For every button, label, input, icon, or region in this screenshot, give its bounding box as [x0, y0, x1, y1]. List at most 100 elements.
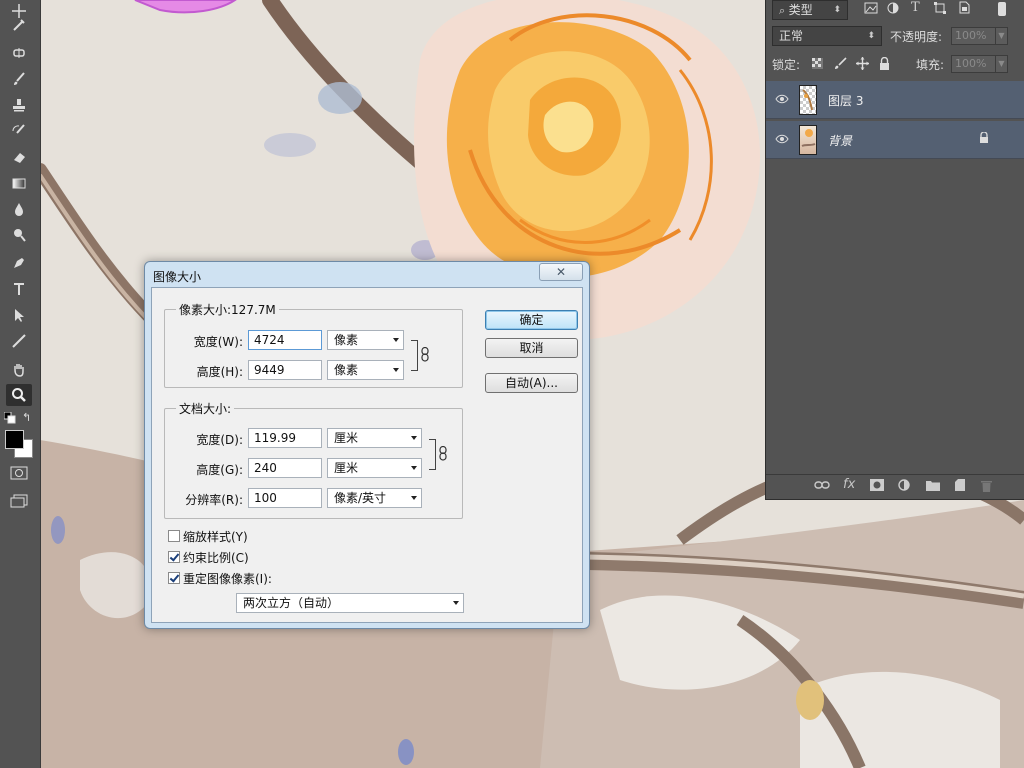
dialog-close-button[interactable]: ✕: [539, 263, 583, 281]
cancel-button[interactable]: 取消: [485, 338, 578, 358]
layer-name[interactable]: 图层 3: [828, 92, 863, 109]
pixel-width-label: 宽度(W):: [193, 335, 243, 349]
eyedropper-tool-icon[interactable]: [6, 14, 32, 36]
constrain-bracket: [429, 439, 436, 470]
filter-smart-object-icon[interactable]: [958, 1, 970, 17]
spot-healing-tool-icon[interactable]: [6, 42, 32, 64]
brush-tool-icon[interactable]: [6, 68, 32, 90]
constrain-proportions-label: 约束比例(C): [183, 550, 249, 565]
close-icon: ✕: [555, 265, 567, 279]
new-adjustment-layer-icon[interactable]: [898, 479, 910, 494]
pen-tool-icon[interactable]: [6, 252, 32, 274]
line-tool-icon[interactable]: [6, 330, 32, 352]
layer-row-layer3[interactable]: 图层 3: [766, 81, 1024, 119]
auto-button[interactable]: 自动(A)...: [485, 373, 578, 393]
layer-filter-kind-select[interactable]: ⌕ 类型 ⬍: [772, 0, 848, 20]
new-layer-icon[interactable]: [954, 479, 966, 494]
layer-style-fx-icon[interactable]: fx: [843, 477, 855, 492]
dropdown-arrow-icon: [453, 601, 459, 605]
swap-colors-icon[interactable]: ↰: [22, 411, 31, 424]
resample-image-option[interactable]: 重定图像像素(I):: [168, 570, 272, 586]
path-selection-tool-icon[interactable]: [6, 304, 32, 326]
visibility-eye-icon[interactable]: [775, 133, 789, 147]
opacity-input[interactable]: 100%: [951, 27, 996, 45]
blur-tool-icon[interactable]: [6, 198, 32, 220]
new-group-folder-icon[interactable]: [926, 479, 940, 494]
eraser-tool-icon[interactable]: [6, 146, 32, 168]
document-height-unit-value: 厘米: [334, 461, 359, 475]
dropdown-arrow-icon: [393, 368, 399, 372]
pixel-dimensions-group: 像素大小:127.7M 宽度(W): 4724 像素 高度(H): 9449 像…: [164, 301, 463, 388]
blend-mode-value: 正常: [779, 29, 804, 43]
filter-adjustment-icon[interactable]: [887, 2, 899, 17]
blend-mode-select[interactable]: 正常 ⬍: [772, 26, 882, 46]
lock-all-icon[interactable]: [879, 56, 890, 73]
lock-position-icon[interactable]: [856, 57, 869, 73]
dialog-body: 像素大小:127.7M 宽度(W): 4724 像素 高度(H): 9449 像…: [151, 287, 583, 623]
resample-image-checkbox[interactable]: [168, 572, 180, 584]
hand-tool-icon[interactable]: [6, 358, 32, 380]
document-height-unit-select[interactable]: 厘米: [327, 458, 422, 478]
foreground-color-swatch[interactable]: [5, 430, 24, 449]
document-size-group: 文档大小: 宽度(D): 119.99 厘米 高度(G): 240 厘米 分辨率…: [164, 400, 463, 519]
fill-input[interactable]: 100%: [951, 55, 996, 73]
lock-label: 锁定:: [772, 58, 801, 72]
constrain-proportions-checkbox[interactable]: [168, 551, 180, 563]
chain-link-icon: [421, 346, 429, 365]
pixel-height-unit-value: 像素: [334, 363, 359, 377]
ok-button[interactable]: 确定: [485, 310, 578, 330]
layers-panel: ⌕ 类型 ⬍ T 正常 ⬍ 不透明度: 100% ▼ 锁定: 填充: 100% …: [765, 0, 1024, 500]
filter-type-icon[interactable]: T: [911, 0, 920, 15]
dodge-tool-icon[interactable]: [6, 224, 32, 246]
resample-method-value: 两次立方（自动）: [243, 596, 340, 610]
constrain-proportions-option[interactable]: 约束比例(C): [168, 549, 249, 565]
scale-styles-checkbox[interactable]: [168, 530, 180, 542]
layer-row-background[interactable]: 背景: [766, 121, 1024, 159]
type-tool-icon[interactable]: [6, 278, 32, 300]
resample-method-select[interactable]: 两次立方（自动）: [236, 593, 464, 613]
layers-panel-footer: fx: [766, 474, 1024, 499]
scale-styles-option[interactable]: 缩放样式(Y): [168, 528, 248, 544]
fill-dropdown-arrow[interactable]: ▼: [995, 55, 1008, 73]
opacity-label: 不透明度:: [890, 30, 943, 44]
document-height-label: 高度(G):: [196, 463, 243, 477]
pixel-width-unit-select[interactable]: 像素: [327, 330, 404, 350]
scale-styles-label: 缩放样式(Y): [183, 529, 248, 544]
pixel-width-input[interactable]: 4724: [248, 330, 322, 350]
dropdown-arrow-icon: [393, 338, 399, 342]
screen-mode-icon[interactable]: [10, 494, 28, 511]
filter-pixel-icon[interactable]: [864, 2, 878, 17]
document-width-unit-select[interactable]: 厘米: [327, 428, 422, 448]
lock-transparent-pixels-icon[interactable]: [812, 58, 823, 72]
layer-name[interactable]: 背景: [828, 132, 852, 149]
history-brush-tool-icon[interactable]: [6, 120, 32, 142]
search-icon: ⌕: [779, 4, 789, 17]
opacity-dropdown-arrow[interactable]: ▼: [995, 27, 1008, 45]
chevron-updown-icon: ⬍: [867, 31, 875, 41]
lock-icon: [979, 131, 989, 147]
quick-mask-icon[interactable]: [10, 466, 28, 483]
pixel-height-unit-select[interactable]: 像素: [327, 360, 404, 380]
filter-shape-icon[interactable]: [934, 2, 946, 17]
dropdown-arrow-icon: [411, 496, 417, 500]
lock-image-pixels-icon[interactable]: [834, 57, 847, 73]
clone-stamp-tool-icon[interactable]: [6, 94, 32, 116]
link-layers-icon[interactable]: [814, 479, 830, 494]
gradient-tool-icon[interactable]: [6, 172, 32, 194]
visibility-eye-icon[interactable]: [775, 93, 789, 107]
resolution-input[interactable]: 100: [248, 488, 322, 508]
default-colors-icon[interactable]: [3, 411, 16, 427]
document-width-unit-value: 厘米: [334, 431, 359, 445]
layer-filter-kind-value: 类型: [788, 3, 813, 17]
add-mask-icon[interactable]: [870, 479, 884, 494]
document-height-input[interactable]: 240: [248, 458, 322, 478]
zoom-tool-icon[interactable]: [6, 384, 32, 406]
layer-thumbnail: [799, 85, 817, 115]
fill-label: 填充:: [916, 58, 945, 72]
resolution-unit-select[interactable]: 像素/英寸: [327, 488, 422, 508]
filter-toggle-switch[interactable]: [998, 2, 1006, 16]
delete-layer-trash-icon[interactable]: [981, 479, 992, 495]
image-size-dialog: 图像大小 ✕ 像素大小:127.7M 宽度(W): 4724 像素 高度(H):…: [144, 261, 590, 629]
pixel-height-input[interactable]: 9449: [248, 360, 322, 380]
document-width-input[interactable]: 119.99: [248, 428, 322, 448]
